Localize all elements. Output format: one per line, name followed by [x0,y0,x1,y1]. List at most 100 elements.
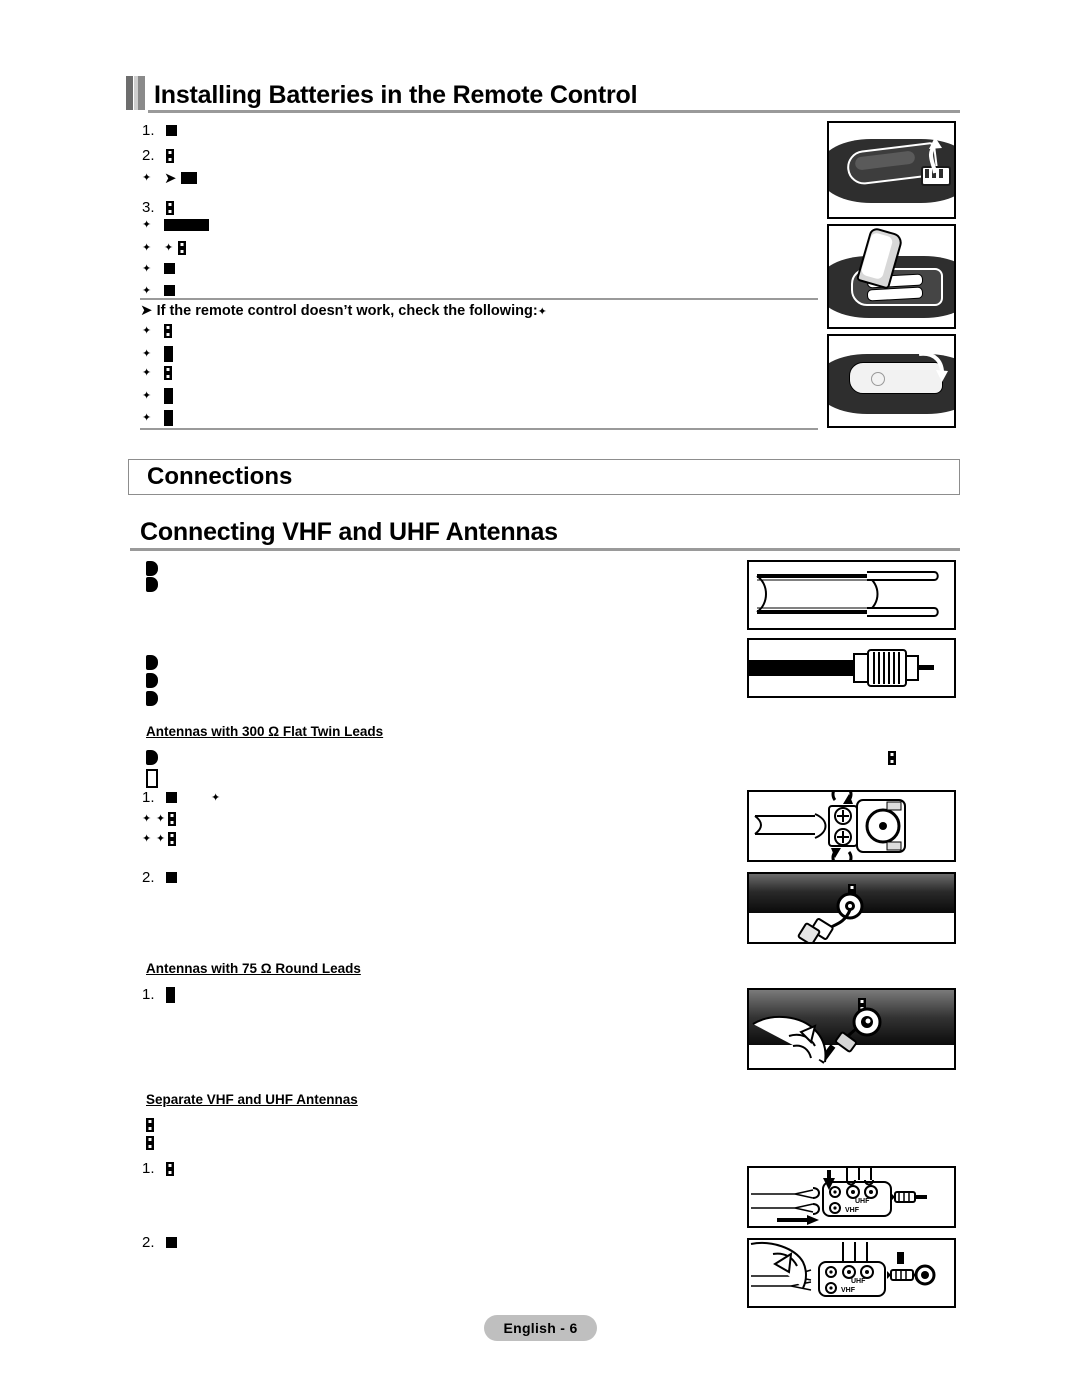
missing-glyph [164,219,209,231]
list-item [146,1136,154,1150]
missing-glyph [166,125,177,136]
diamond-bullet: ✦ [142,813,152,825]
antennas-underline-rule [130,548,960,551]
figure-remote-battery-insert [827,224,956,329]
missing-glyph [146,655,158,670]
missing-glyph [164,366,172,380]
list-item: 1. [142,122,177,139]
missing-glyph [146,577,158,592]
list-item: ✦ [142,219,209,231]
combiner-connect-illustration: UHF VHF [750,1242,936,1297]
list-item [146,769,158,788]
missing-glyph-standalone [888,751,896,765]
step-number: 2. [142,869,155,886]
list-item: 2. [142,147,174,164]
list-item: ✦ ✦ [142,812,176,826]
diamond-bullet: ✦ [142,262,152,275]
step-number: 1. [142,789,155,806]
step-number: 2. [142,147,155,164]
diamond-bullet: ✦ [142,284,152,297]
manual-page: Installing Batteries in the Remote Contr… [0,0,1080,1397]
subheading-75ohm: Antennas with 75 Ω Round Leads [146,961,361,976]
missing-glyph [146,673,158,688]
section-title-text: Installing Batteries in the Remote Contr… [154,81,638,109]
list-item: ✦ [142,324,172,338]
subheading-300ohm: Antennas with 300 Ω Flat Twin Leads [146,724,384,739]
missing-glyph [164,388,173,404]
note-text: If the remote control doesn’t work, chec… [156,303,538,319]
step-number: 2. [142,1234,155,1251]
step-number: 3. [142,199,155,216]
note-divider-top [140,298,818,300]
round-coax-illustration [749,649,934,687]
connections-box-title: Connections [147,463,293,490]
note-divider-bottom [140,428,818,430]
list-item [146,1118,154,1132]
list-item: ✦ [142,263,175,274]
missing-glyph [146,1136,154,1150]
figure-tv-antenna-jack [747,872,956,944]
missing-glyph [166,200,174,215]
figure-round-coax-lead [747,638,956,698]
flat-twin-lead-illustration [756,571,939,617]
step-number: 1. [142,986,155,1003]
diamond-bullet: ✦ [142,242,152,254]
list-item: 2. [142,1234,177,1251]
list-item: ✦ [142,285,175,296]
diamond-bullet: ✦ [142,412,152,424]
list-item: 1. [142,986,175,1003]
list-item [146,750,158,765]
missing-glyph [146,750,158,765]
figure-remote-cover-removal [827,121,956,219]
missing-glyph [180,172,197,184]
list-item: ✦ ➤ [142,169,197,187]
page-footer-badge: English - 6 [484,1315,597,1341]
arrow-curve-icon [918,351,948,382]
coax-plug-illustration [797,892,864,942]
figure-remote-cover-close [827,334,956,428]
vhf-uhf-combiner-illustration: UHF VHF [751,1168,927,1225]
step-number: 1. [142,122,155,139]
missing-glyph [164,263,175,274]
missing-glyph [164,285,175,296]
diamond-bullet: ✦ [142,325,152,337]
list-item: ✦ ✦ [142,241,186,255]
troubleshoot-note: ➤ If the remote control doesn’t work, che… [140,301,547,319]
missing-glyph [166,148,174,163]
missing-glyph [146,691,158,706]
list-item: 2. [142,869,177,886]
list-item [146,577,158,592]
missing-glyph [166,872,177,883]
list-item [146,655,158,670]
list-item: ✦ [142,388,173,404]
missing-glyph [166,1161,174,1176]
balun-adapter-illustration [754,792,906,860]
figure-balun-adapter [747,790,956,862]
list-item [146,673,158,688]
subheading-separate-antennas: Separate VHF and UHF Antennas [146,1092,358,1107]
diamond-bullet: ✦ [156,813,166,825]
list-item [146,691,158,706]
missing-glyph [164,346,173,362]
label-uhf: UHF [851,1278,866,1285]
diamond-bullet: ✦ [142,172,152,184]
missing-glyph [166,1237,177,1248]
antennas-title-text: Connecting VHF and UHF Antennas [140,518,558,546]
arrow-glyph: ➤ [164,170,177,187]
list-item: ✦ [142,346,173,362]
diamond-bullet: ✦ [156,833,166,845]
missing-glyph [164,324,172,338]
diamond-bullet: ✦ [142,833,152,845]
missing-glyph [888,751,896,765]
label-vhf: VHF [841,1287,856,1294]
page-title-battery: Installing Batteries in the Remote Contr… [126,76,638,110]
missing-glyph [146,561,158,576]
missing-glyph [168,832,176,846]
list-item: 1. [142,1160,174,1177]
connections-section-box: Connections [128,459,960,495]
label-uhf: UHF [855,1198,870,1205]
missing-glyph [166,986,175,1003]
diamond-bullet: ✦ [537,306,547,318]
page-footer-label: English - 6 [503,1320,578,1336]
arrow-up-icon [928,137,942,174]
